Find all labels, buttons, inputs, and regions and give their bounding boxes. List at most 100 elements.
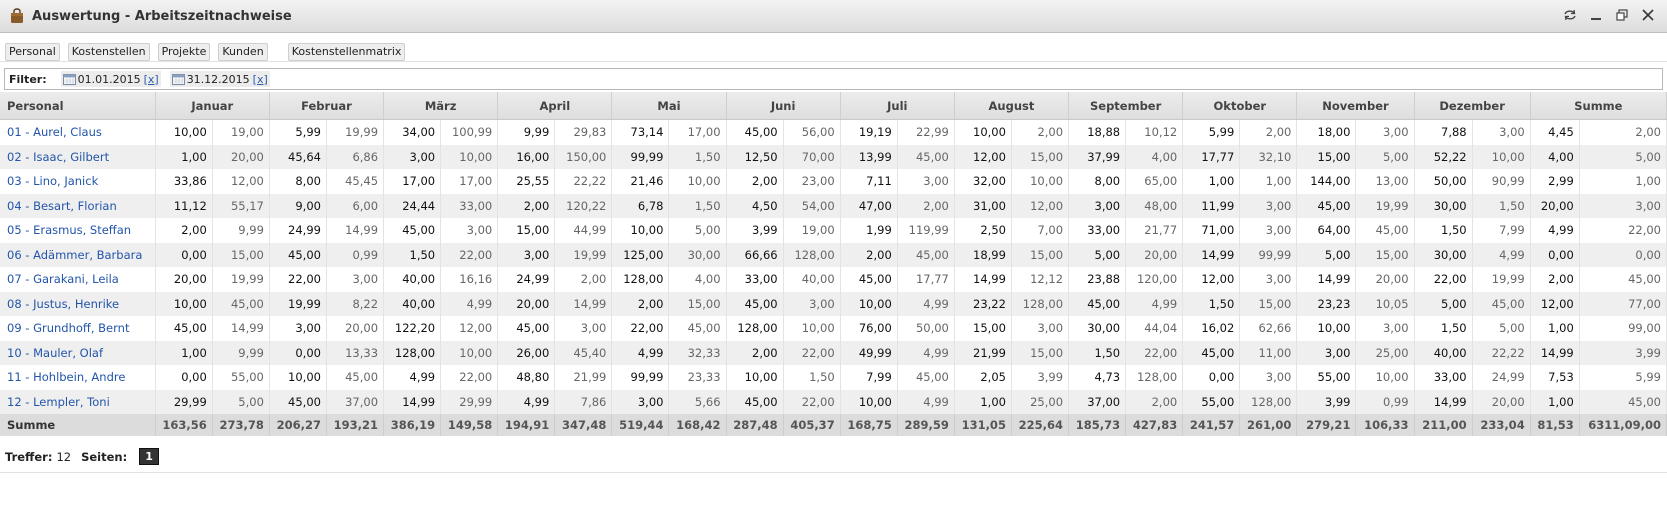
tab-kostenstellen[interactable]: Kostenstellen — [67, 43, 150, 61]
filter-date-from[interactable]: 01.01.2015 [x] — [60, 71, 161, 87]
column-header-month[interactable]: Februar — [269, 92, 385, 120]
column-header-month[interactable]: Januar — [155, 92, 270, 120]
column-header-month[interactable]: November — [1296, 92, 1415, 120]
value-cell: 40,00 — [383, 291, 442, 316]
value-cell: 52,22 — [1414, 144, 1473, 169]
value-cell: 5,66 — [668, 389, 727, 414]
value-cell: 19,99 — [1355, 193, 1415, 218]
value-cell: 45,00 — [726, 291, 784, 316]
column-header-summe[interactable]: Summe — [1530, 92, 1667, 120]
value-cell: 3,00 — [1296, 340, 1357, 365]
maximize-icon[interactable] — [1613, 6, 1631, 24]
value-cell: 50,00 — [897, 316, 955, 341]
table-row[interactable]: 06 - Adämmer, Barbara 0,00 15,00 45,00 0,99 1… — [0, 242, 1667, 267]
column-header-month[interactable]: März — [383, 92, 499, 120]
column-header-month[interactable]: Juni — [726, 92, 841, 120]
page-button[interactable]: 1 — [139, 448, 159, 465]
result-footer: Treffer: 12 Seiten: 1 — [5, 448, 159, 465]
value-cell: 10,00 — [1296, 316, 1357, 341]
value-cell: 1,50 — [383, 242, 442, 267]
employee-name-link[interactable]: 03 - Lino, Janick — [0, 169, 156, 194]
minimize-icon[interactable] — [1587, 6, 1605, 24]
value-cell: 45,40 — [554, 340, 613, 365]
table-row[interactable]: 01 - Aurel, Claus 10,00 19,00 5,99 19,99 34,0… — [0, 119, 1667, 145]
value-cell: 5,00 — [668, 218, 727, 243]
value-cell: 14,99 — [1182, 242, 1241, 267]
value-cell: 99,99 — [1239, 242, 1298, 267]
tab-kostenstellenmatrix[interactable]: Kostenstellenmatrix — [287, 43, 406, 61]
value-cell: 15,00 — [668, 291, 727, 316]
clear-date-to-link[interactable]: [x] — [253, 73, 268, 86]
toolbar-divider — [0, 61, 1667, 62]
close-icon[interactable] — [1639, 6, 1657, 24]
value-cell: 45,00 — [1579, 267, 1667, 292]
table-row[interactable]: 12 - Lempler, Toni 29,99 5,00 45,00 37,00 14,… — [0, 389, 1667, 414]
table-row[interactable]: 11 - Hohlbein, Andre 0,00 55,00 10,00 45,00 4… — [0, 365, 1667, 390]
value-cell: 5,00 — [1355, 144, 1415, 169]
table-row[interactable]: 02 - Isaac, Gilbert 1,00 20,00 45,64 6,86 3,0… — [0, 144, 1667, 169]
value-cell: 120,00 — [1125, 267, 1184, 292]
value-cell: 14,99 — [212, 316, 270, 341]
value-cell: 22,99 — [897, 119, 955, 145]
value-cell: 10,00 — [440, 340, 499, 365]
value-cell: 19,00 — [783, 218, 841, 243]
tab-personal[interactable]: Personal — [5, 43, 60, 61]
table-row[interactable]: 05 - Erasmus, Steffan 2,00 9,99 24,99 14,99 4… — [0, 218, 1667, 243]
employee-name-link[interactable]: 11 - Hohlbein, Andre — [0, 365, 156, 390]
value-cell: 29,99 — [440, 389, 499, 414]
employee-name-link[interactable]: 08 - Justus, Henrike — [0, 291, 156, 316]
table-row[interactable]: 10 - Mauler, Olaf 1,00 9,99 0,00 13,33 128,00… — [0, 340, 1667, 365]
value-cell: 150,00 — [554, 144, 613, 169]
sum-cell: 206,27 — [269, 414, 327, 436]
column-header-month[interactable]: Oktober — [1182, 92, 1298, 120]
pages-label: Seiten: — [81, 449, 128, 464]
employee-name-link[interactable]: 05 - Erasmus, Steffan — [0, 218, 156, 243]
value-cell: 40,00 — [1414, 340, 1473, 365]
value-cell: 3,00 — [440, 218, 499, 243]
value-cell: 12,00 — [1530, 291, 1580, 316]
table-row[interactable]: 04 - Besart, Florian 11,12 55,17 9,00 6,00 24… — [0, 193, 1667, 218]
value-cell: 4,73 — [1068, 365, 1127, 390]
employee-name-link[interactable]: 09 - Grundhoff, Bernt — [0, 316, 156, 341]
table-row[interactable]: 08 - Justus, Henrike 10,00 45,00 19,99 8,22 4… — [0, 291, 1667, 316]
employee-name-link[interactable]: 07 - Garakani, Leila — [0, 267, 156, 292]
value-cell: 47,00 — [840, 193, 898, 218]
column-header-personal[interactable]: Personal — [0, 92, 156, 120]
employee-name-link[interactable]: 04 - Besart, Florian — [0, 193, 156, 218]
value-cell: 25,00 — [1355, 340, 1415, 365]
value-cell: 2,00 — [897, 193, 955, 218]
column-header-month[interactable]: Juli — [840, 92, 955, 120]
value-cell: 1,00 — [1579, 169, 1667, 194]
table-row[interactable]: 07 - Garakani, Leila 20,00 19,99 22,00 3,00 4… — [0, 267, 1667, 292]
value-cell: 22,00 — [1579, 218, 1667, 243]
employee-name-link[interactable]: 12 - Lempler, Toni — [0, 389, 156, 414]
sum-label: Summe — [0, 414, 156, 436]
column-header-month[interactable]: August — [954, 92, 1070, 120]
column-header-month[interactable]: Dezember — [1414, 92, 1531, 120]
sum-cell: 81,53 — [1530, 414, 1580, 436]
employee-name-link[interactable]: 01 - Aurel, Claus — [0, 119, 156, 145]
value-cell: 4,99 — [440, 291, 499, 316]
value-cell: 23,88 — [1068, 267, 1127, 292]
table-row[interactable]: 09 - Grundhoff, Bernt 45,00 14,99 3,00 20,00… — [0, 316, 1667, 341]
column-header-month[interactable]: Mai — [611, 92, 727, 120]
value-cell: 1,50 — [783, 365, 841, 390]
table-row[interactable]: 03 - Lino, Janick 33,86 12,00 8,00 45,45 17,0… — [0, 169, 1667, 194]
tab-projekte[interactable]: Projekte — [157, 43, 211, 61]
refresh-icon[interactable] — [1561, 6, 1579, 24]
employee-name-link[interactable]: 06 - Adämmer, Barbara — [0, 242, 156, 267]
tab-kunden[interactable]: Kunden — [218, 43, 268, 61]
value-cell: 7,99 — [1472, 218, 1531, 243]
value-cell: 0,99 — [326, 242, 385, 267]
value-cell: 2,00 — [1239, 119, 1298, 145]
clear-date-from-link[interactable]: [x] — [144, 73, 159, 86]
filter-date-to[interactable]: 31.12.2015 [x] — [169, 71, 270, 87]
employee-name-link[interactable]: 10 - Mauler, Olaf — [0, 340, 156, 365]
employee-name-link[interactable]: 02 - Isaac, Gilbert — [0, 144, 156, 169]
value-cell: 128,00 — [1125, 365, 1184, 390]
column-header-month[interactable]: April — [497, 92, 613, 120]
value-cell: 2,05 — [954, 365, 1012, 390]
value-cell: 2,00 — [554, 267, 613, 292]
window-title: Auswertung - Arbeitszeitnachweise — [32, 8, 292, 24]
column-header-month[interactable]: September — [1068, 92, 1184, 120]
